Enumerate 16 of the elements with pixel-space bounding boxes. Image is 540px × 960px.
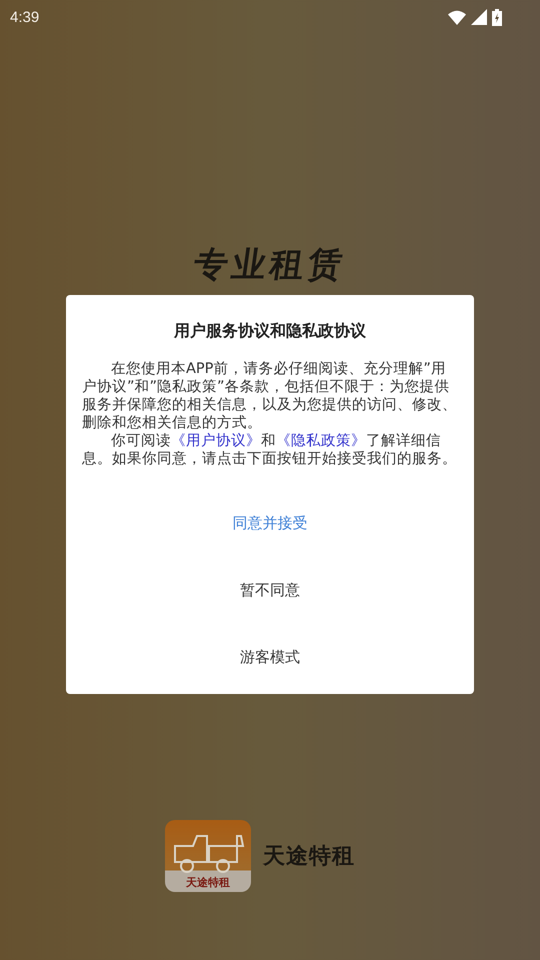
agreement-link[interactable]: 《用户协议》 <box>171 433 261 449</box>
slogan-text: 专业租赁 <box>190 244 350 287</box>
status-time: 4:39 <box>10 8 40 26</box>
agreement-link[interactable]: 《隐私政策》 <box>276 433 366 449</box>
truck-icon <box>171 832 245 874</box>
agreement-paragraph: 在您使用本APP前，请务必仔细阅读、充分理解”用户协议”和”隐私政策”各条款，包括但不限于：为您提供服务并保障您的相关信息，以及为您提供的访问、修改、删除和您相关信息的方式。 <box>82 360 458 432</box>
dialog-button[interactable]: 暂不同意 <box>66 557 474 624</box>
dialog-button[interactable]: 游客模式 <box>66 624 474 691</box>
agree-button[interactable]: 同意并接受 <box>66 490 474 557</box>
wifi-icon <box>448 10 466 24</box>
agreement-paragraph: 你可阅读《用户协议》和《隐私政策》了解详细信息。如果你同意，请点击下面按钮开始接受我们的服务。 <box>82 432 458 468</box>
signal-icon <box>471 9 487 25</box>
dialog-title: 用户服务协议和隐私政协议 <box>172 321 367 342</box>
battery-charging-icon <box>492 8 502 26</box>
logo-label: 天途特租 <box>186 876 230 890</box>
app-name: 天途特租 <box>263 843 355 871</box>
